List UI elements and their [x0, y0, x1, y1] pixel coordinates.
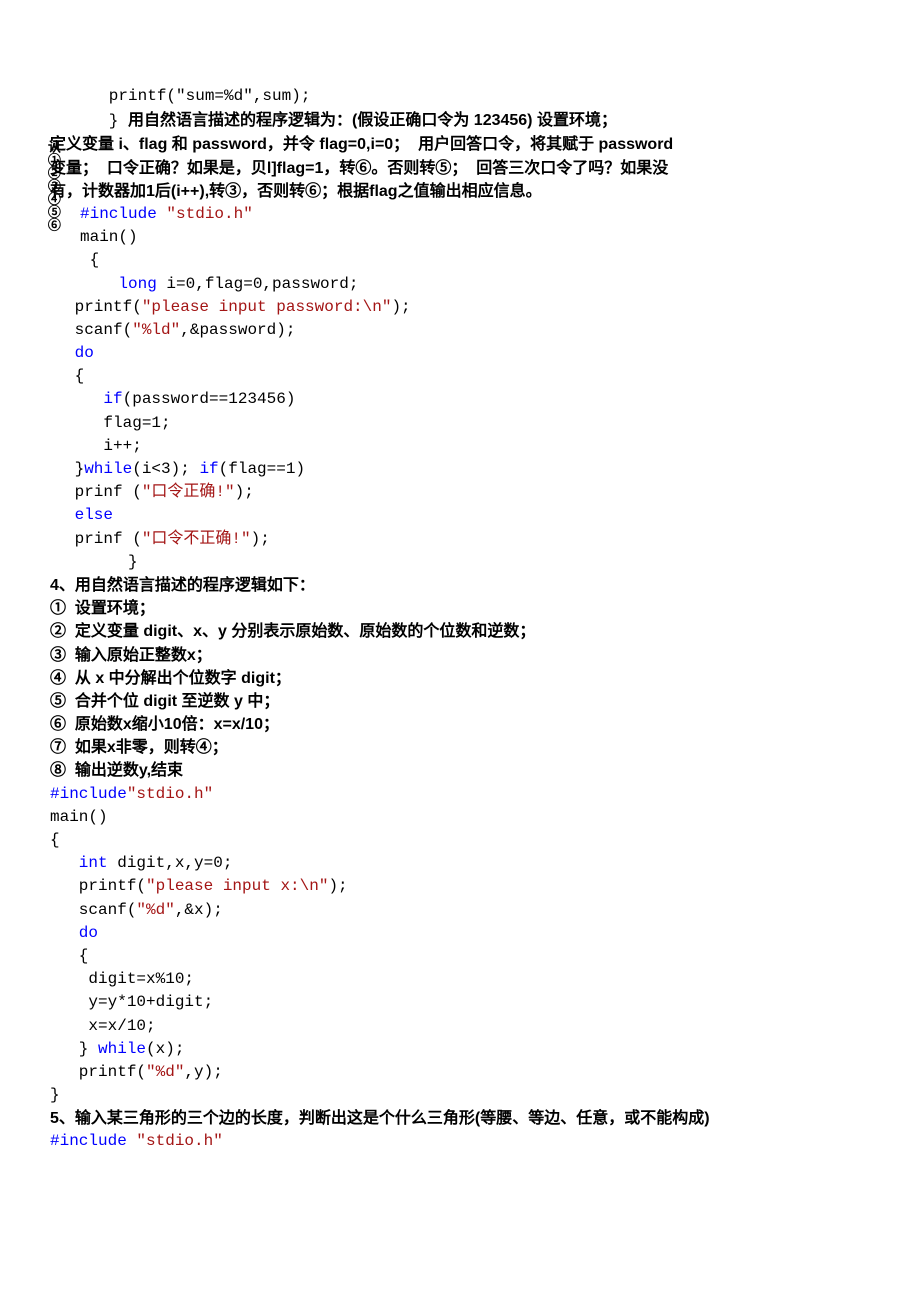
code-line: {	[50, 829, 870, 852]
vertical-step-markers: 认①②③④⑤⑥	[42, 140, 61, 231]
code-line: {	[50, 365, 870, 388]
code-line: printf("sum=%d",sum);	[50, 85, 870, 108]
code-line: digit=x%10;	[50, 968, 870, 991]
question-5-heading: 5、输入某三角形的三个边的长度，判断出这是个什么三角形(等腰、等边、任意，或不能…	[50, 1107, 870, 1130]
step-line: ⑥ 原始数x缩小10倍：x=x/10；	[50, 713, 870, 736]
code-line: y=y*10+digit;	[50, 991, 870, 1014]
code-line: #include "stdio.h"	[50, 1130, 870, 1153]
code-line: }	[50, 1084, 870, 1107]
code-line: prinf ("口令正确!");	[50, 481, 870, 504]
text-line: } 用自然语言描述的程序逻辑为：(假设正确口令为 123456) 设置环境；	[50, 108, 870, 133]
text-line: 有，计数器加1后(i++),转③，否则转⑥；根据flag之值输出相应信息。	[50, 180, 870, 203]
code-line: {	[50, 249, 870, 272]
step-line: ⑤ 合并个位 digit 至逆数 y 中；	[50, 690, 870, 713]
code-line: prinf ("口令不正确!");	[50, 528, 870, 551]
code-line: flag=1;	[50, 412, 870, 435]
step-line: ① 设置环境；	[50, 597, 870, 620]
code-line: int digit,x,y=0;	[50, 852, 870, 875]
code-line: do	[50, 342, 870, 365]
code-line: main()	[50, 226, 870, 249]
step-line: ③ 输入原始正整数x；	[50, 644, 870, 667]
code-line: if(password==123456)	[50, 388, 870, 411]
code-line: long i=0,flag=0,password;	[50, 273, 870, 296]
step-line: ④ 从 x 中分解出个位数字 digit；	[50, 667, 870, 690]
code-line: main()	[50, 806, 870, 829]
code-line: else	[50, 504, 870, 527]
code-line: printf("%d",y);	[50, 1061, 870, 1084]
code-line: scanf("%ld",&password);	[50, 319, 870, 342]
code-line: }	[50, 551, 870, 574]
code-line: printf("please input password:\n");	[50, 296, 870, 319]
code-line: i++;	[50, 435, 870, 458]
code-line: } while(x);	[50, 1038, 870, 1061]
text-line: 定义变量 i、flag 和 password，并令 flag=0,i=0； 用户…	[50, 133, 870, 156]
code-line: scanf("%d",&x);	[50, 899, 870, 922]
step-line: ⑦ 如果x非零，则转④；	[50, 736, 870, 759]
step-line: ② 定义变量 digit、x、y 分别表示原始数、原始数的个位数和逆数；	[50, 620, 870, 643]
code-line: x=x/10;	[50, 1015, 870, 1038]
code-line: }while(i<3); if(flag==1)	[50, 458, 870, 481]
code-line: #include"stdio.h"	[50, 783, 870, 806]
code-line: printf("please input x:\n");	[50, 875, 870, 898]
code-line: do	[50, 922, 870, 945]
code-line: {	[50, 945, 870, 968]
code-line: #include "stdio.h"	[50, 203, 870, 226]
text-line: 变量； 口令正确？如果是，贝l]flag=1，转⑥。否则转⑤； 回答三次口令了吗…	[50, 157, 870, 180]
step-line: ⑧ 输出逆数y,结束	[50, 759, 870, 782]
question-4-heading: 4、用自然语言描述的程序逻辑如下：	[50, 574, 870, 597]
